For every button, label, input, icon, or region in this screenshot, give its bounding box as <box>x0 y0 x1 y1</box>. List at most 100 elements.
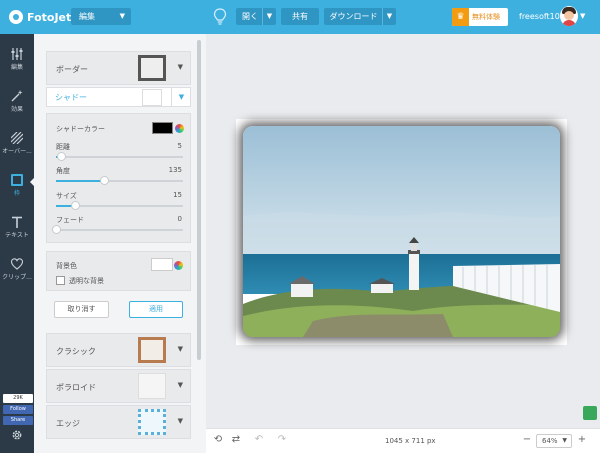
facebook-like-count: 29K <box>3 394 33 403</box>
mode-select[interactable]: 編集 ▼ <box>71 8 131 25</box>
nav-item-label: 編集 <box>10 64 23 71</box>
sliders-icon <box>11 48 23 60</box>
fade-value: 0 <box>177 215 182 223</box>
background-color-label: 背景色 <box>56 262 77 270</box>
color-wheel-icon[interactable] <box>175 124 184 133</box>
size-label: サイズ <box>56 192 77 200</box>
classic-frame-thumbnail <box>138 337 166 363</box>
gear-icon[interactable] <box>11 429 23 441</box>
open-button-label: 開く <box>242 12 258 21</box>
angle-slider-handle[interactable] <box>100 176 110 185</box>
size-slider-handle[interactable] <box>71 201 81 210</box>
download-button-label: ダウンロード <box>329 12 378 21</box>
fade-label: フェード <box>56 216 84 224</box>
cancel-button[interactable]: 取り消す <box>54 301 109 318</box>
lightbulb-icon[interactable] <box>213 8 227 26</box>
free-trial-button[interactable]: ♛ 無料体験 <box>452 8 508 26</box>
facebook-share-button[interactable]: Share <box>3 416 33 425</box>
transparent-background-checkbox[interactable] <box>56 276 65 285</box>
distance-slider-handle[interactable] <box>57 152 67 161</box>
reset-icon[interactable]: ⟲ <box>212 434 224 446</box>
facebook-follow-button[interactable]: Follow <box>3 405 33 414</box>
chevron-down-icon[interactable]: ▼ <box>171 88 191 106</box>
angle-slider[interactable] <box>56 176 183 185</box>
size-value: 15 <box>173 191 182 199</box>
apply-button-label: 適用 <box>149 305 163 313</box>
nav-item-text[interactable]: テキスト <box>0 208 34 248</box>
preset-label: エッジ <box>56 419 80 428</box>
lighthouse-scene <box>243 126 560 337</box>
image-dimensions: 1045 x 711 px <box>385 437 436 445</box>
preset-edge[interactable]: エッジ ▼ <box>46 405 191 439</box>
shadow-select[interactable]: シャドー ▼ <box>46 87 191 107</box>
preset-polaroid[interactable]: ポラロイド ▼ <box>46 369 191 403</box>
chevron-down-icon[interactable]: ▼ <box>262 8 276 25</box>
shadow-options: シャドーカラー 距離 5 角度 135 サイズ 15 フェード 0 <box>46 113 191 243</box>
transparent-background-label: 透明な背景 <box>69 277 104 285</box>
chevron-down-icon[interactable]: ▼ <box>178 345 183 353</box>
username[interactable]: freesoft100 <box>519 12 565 21</box>
border-thumbnail <box>138 55 166 81</box>
color-wheel-icon[interactable] <box>174 261 183 270</box>
magic-wand-icon <box>11 90 23 102</box>
undo-icon[interactable]: ↶ <box>253 434 265 446</box>
mode-select-label: 編集 <box>79 12 95 21</box>
compare-icon[interactable]: ⇄ <box>230 434 242 446</box>
apply-button[interactable]: 適用 <box>129 301 183 318</box>
chevron-down-icon[interactable]: ▼ <box>178 417 183 425</box>
nav-item-label: クリップ... <box>2 274 32 281</box>
crown-icon: ♛ <box>452 8 469 26</box>
chevron-down-icon[interactable]: ▼ <box>178 381 183 389</box>
distance-label: 距離 <box>56 143 70 151</box>
fade-slider[interactable] <box>52 225 183 234</box>
background-color-swatch[interactable] <box>151 258 173 271</box>
heart-icon <box>11 258 23 270</box>
nav-item-label: テキスト <box>5 232 29 239</box>
app-name: FotoJet <box>27 10 72 24</box>
chevron-down-icon: ▼ <box>119 12 125 20</box>
share-button[interactable]: 共有 <box>281 8 319 25</box>
nav-item-edit[interactable]: 編集 <box>0 40 34 80</box>
background-options: 背景色 透明な背景 <box>46 251 191 291</box>
overlay-stripes-icon <box>11 132 23 144</box>
nav-item-frame[interactable]: 枠 <box>0 166 34 206</box>
chevron-down-icon[interactable]: ▼ <box>580 12 585 20</box>
preset-label: ポラロイド <box>56 383 96 392</box>
zoom-select[interactable]: 64% ▼ <box>536 434 572 448</box>
edge-frame-thumbnail <box>138 409 166 435</box>
shadow-preview <box>142 89 162 106</box>
distance-value: 5 <box>177 142 182 150</box>
panel-scrollbar[interactable] <box>197 40 201 360</box>
redo-icon[interactable]: ↷ <box>276 434 288 446</box>
preset-label: クラシック <box>56 347 96 356</box>
lighthouse-photo[interactable] <box>243 126 560 337</box>
facebook-widget: 29K Follow Share <box>3 394 33 425</box>
nav-item-clipart[interactable]: クリップ... <box>0 250 34 290</box>
chevron-down-icon[interactable]: ▼ <box>178 63 183 71</box>
nav-item-label: オーバー... <box>2 148 32 155</box>
zoom-out-icon[interactable]: − <box>521 434 533 446</box>
feedback-button[interactable] <box>583 406 597 420</box>
preset-classic[interactable]: クラシック ▼ <box>46 333 191 367</box>
shadow-color-swatch[interactable] <box>152 122 173 134</box>
download-button[interactable]: ダウンロード ▼ <box>324 8 396 25</box>
border-title: ボーダー <box>56 65 88 74</box>
text-icon <box>12 216 22 228</box>
angle-label: 角度 <box>56 167 70 175</box>
chevron-down-icon[interactable]: ▼ <box>382 8 396 25</box>
app-logo[interactable]: FotoJet <box>9 8 71 26</box>
nav-item-effects[interactable]: 効果 <box>0 82 34 122</box>
fade-slider-handle[interactable] <box>52 225 61 234</box>
distance-slider[interactable] <box>56 152 183 161</box>
avatar[interactable] <box>560 6 578 26</box>
open-button[interactable]: 開く ▼ <box>236 8 276 25</box>
zoom-value: 64% <box>542 437 558 445</box>
zoom-in-icon[interactable]: + <box>576 434 588 446</box>
border-card[interactable]: ボーダー ▼ <box>46 51 191 85</box>
size-slider[interactable] <box>56 201 183 210</box>
nav-item-label: 枠 <box>13 190 20 197</box>
share-button-label: 共有 <box>292 12 308 21</box>
shadow-title: シャドー <box>55 93 87 102</box>
nav-item-overlay[interactable]: オーバー... <box>0 124 34 164</box>
facebook-follow-label: Follow <box>10 406 26 412</box>
